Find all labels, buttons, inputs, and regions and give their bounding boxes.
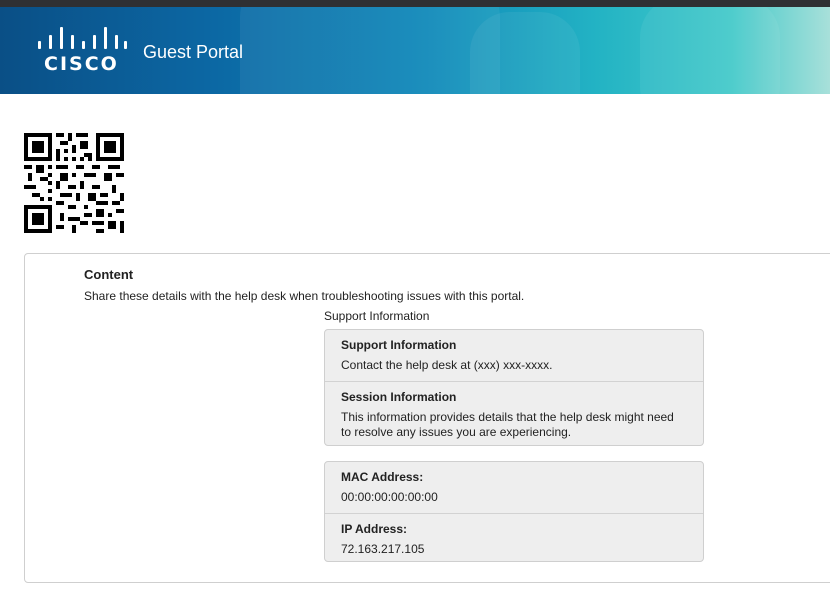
content-description: Share these details with the help desk w… xyxy=(84,289,525,303)
page-title: Guest Portal xyxy=(143,42,244,62)
ip-address-section: IP Address: 72.163.217.105 xyxy=(325,513,703,565)
support-session-panel: Support Information Contact the help des… xyxy=(324,329,704,446)
cisco-bars-icon xyxy=(36,27,127,49)
support-information-section: Support Information Contact the help des… xyxy=(325,330,703,381)
cisco-logo-icon: CISCO xyxy=(36,27,127,77)
ip-address-label: IP Address: xyxy=(341,522,408,536)
ip-address-value: 72.163.217.105 xyxy=(341,542,425,556)
header-decor xyxy=(640,7,780,94)
mac-address-label: MAC Address: xyxy=(341,470,424,484)
cisco-wordmark: CISCO xyxy=(44,53,119,75)
header-decor xyxy=(470,12,580,94)
support-information-title: Support Information xyxy=(341,338,457,352)
network-details-panel: MAC Address: 00:00:00:00:00:00 IP Addres… xyxy=(324,461,704,562)
qr-code-icon xyxy=(24,133,124,233)
support-information-label: Support Information xyxy=(324,309,430,323)
header-decor xyxy=(240,7,500,94)
portal-header: CISCO Guest Portal xyxy=(0,7,830,94)
session-information-title: Session Information xyxy=(341,390,457,404)
content-title: Content xyxy=(84,267,134,282)
session-information-section: Session Information This information pro… xyxy=(325,381,703,448)
mac-address-value: 00:00:00:00:00:00 xyxy=(341,490,438,504)
mac-address-section: MAC Address: 00:00:00:00:00:00 xyxy=(325,462,703,513)
session-information-text: This information provides details that t… xyxy=(341,410,674,439)
support-contact-text: Contact the help desk at (xxx) xxx-xxxx. xyxy=(341,358,553,372)
window-top-strip xyxy=(0,0,830,7)
